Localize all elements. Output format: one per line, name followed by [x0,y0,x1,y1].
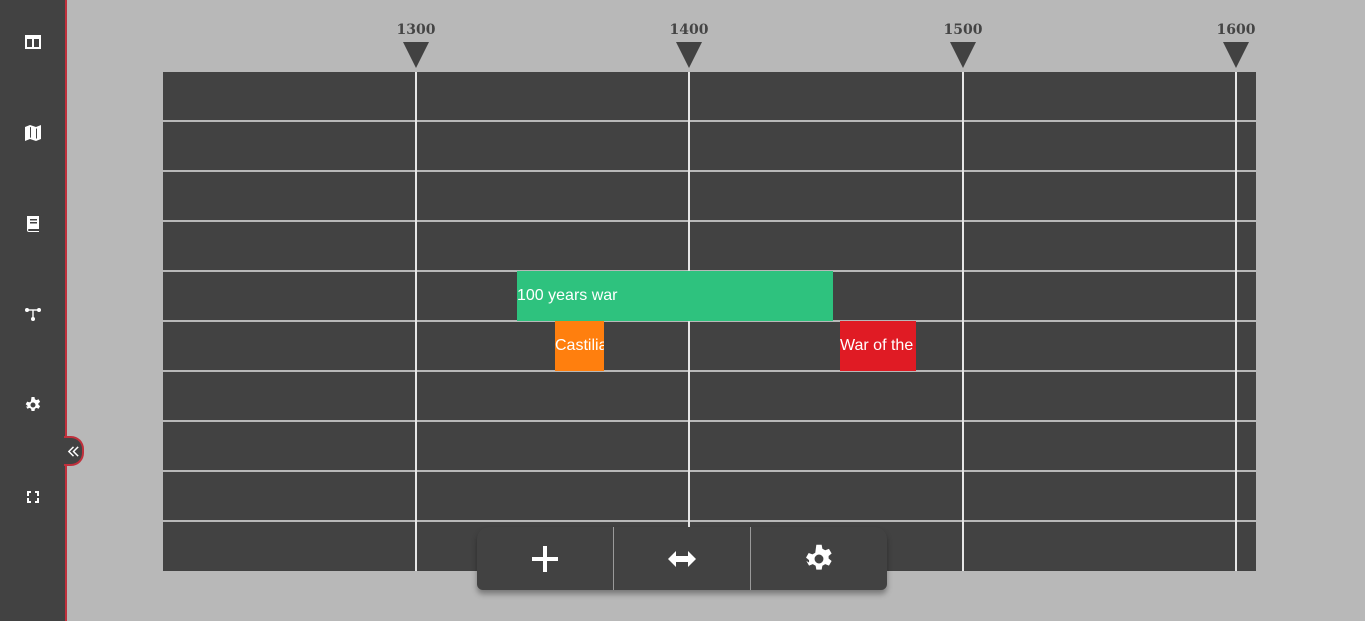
row-divider [163,120,1256,122]
gridline-1400 [688,72,690,571]
refresh-icon [26,491,39,503]
tick-label-1300: 1300 [396,22,436,38]
event-100-years-war[interactable]: 100 years war [517,271,833,321]
sidebar [0,0,67,621]
double-chevron-left-icon [67,445,79,457]
settings-button[interactable] [0,383,65,427]
row-divider [163,370,1256,372]
gridline-1500 [962,72,964,571]
bottom-toolbar [477,527,887,590]
row-divider [163,520,1256,522]
timeline-settings-button[interactable] [750,527,887,590]
horizontal-arrows-icon [668,550,696,567]
event-castilian[interactable]: Castilian [555,321,604,371]
tick-marker-1500[interactable] [950,42,976,68]
gear-icon [806,544,832,570]
gridline-1300 [415,72,417,571]
map-icon [24,125,41,141]
map-button[interactable] [0,111,65,155]
plus-icon [532,545,558,572]
layout-button[interactable] [0,20,65,64]
tick-label-1400: 1400 [669,22,709,38]
resize-range-button[interactable] [613,527,750,590]
layout-icon [24,35,41,49]
gear-icon [25,397,40,411]
book-icon [26,216,39,232]
row-divider [163,170,1256,172]
row-divider [163,470,1256,472]
tick-marker-1600[interactable] [1223,42,1249,68]
row-divider [163,420,1256,422]
book-button[interactable] [0,202,65,246]
row-divider [163,220,1256,222]
timeline-board[interactable]: 100 years war Castilian War of the Roses [163,72,1256,571]
tick-marker-1400[interactable] [676,42,702,68]
graph-button[interactable] [0,292,65,336]
refresh-button[interactable] [0,475,65,519]
add-event-button[interactable] [477,527,613,590]
sidebar-collapse-toggle[interactable] [64,436,84,466]
gridline-1600 [1235,72,1237,571]
tick-label-1600: 1600 [1216,22,1256,38]
event-war-of-the-roses[interactable]: War of the Roses [840,321,916,371]
tick-label-1500: 1500 [943,22,983,38]
graph-icon [24,308,41,321]
tick-marker-1300[interactable] [403,42,429,68]
